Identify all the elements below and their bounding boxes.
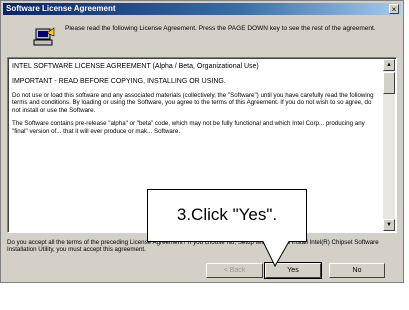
vertical-scrollbar[interactable]: ▲ ▼: [383, 59, 395, 231]
license-paragraph-2: The Software contains pre-release "alpha…: [12, 120, 365, 135]
scroll-down-icon[interactable]: ▼: [383, 219, 395, 231]
license-heading: INTEL SOFTWARE LICENSE AGREEMENT (Alpha …: [12, 63, 259, 70]
license-paragraph-1: Do not use or load this software and any…: [12, 92, 374, 114]
instruction-text: Please read the following License Agreem…: [65, 25, 376, 32]
scroll-thumb[interactable]: [383, 72, 395, 94]
window-title: Software License Agreement: [6, 4, 116, 13]
title-bar[interactable]: Software License Agreement ×: [3, 3, 401, 15]
setup-computer-icon: [33, 27, 55, 46]
no-button[interactable]: No: [329, 263, 385, 278]
close-button[interactable]: ×: [389, 4, 399, 14]
scroll-up-icon[interactable]: ▲: [383, 59, 395, 71]
callout-text: 3.Click "Yes".: [176, 205, 278, 224]
license-content: INTEL SOFTWARE LICENSE AGREEMENT (Alpha …: [12, 62, 378, 141]
license-important: IMPORTANT - READ BEFORE COPYING, INSTALL…: [12, 78, 226, 85]
